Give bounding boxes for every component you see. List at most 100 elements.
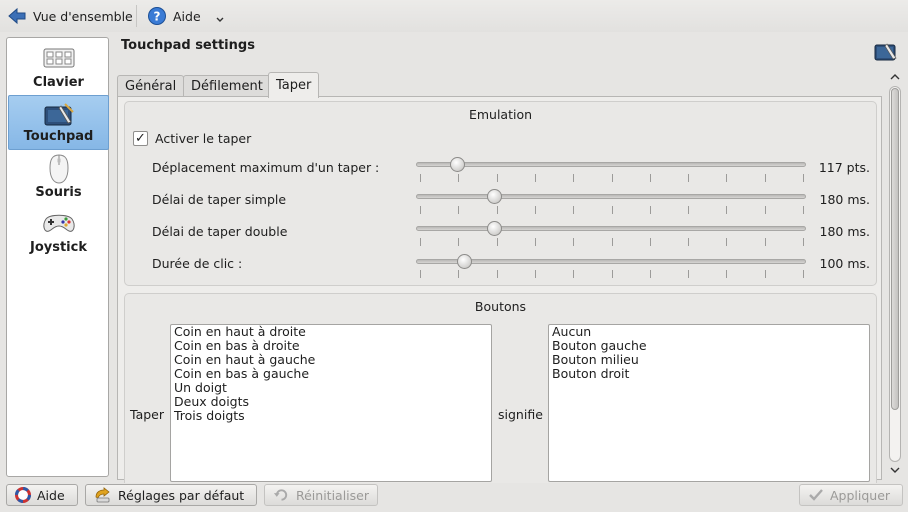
slider-tick	[649, 270, 651, 278]
category-label: Touchpad	[23, 129, 94, 144]
list-item[interactable]: Un doigt	[174, 381, 488, 395]
category-item-souris[interactable]: Souris	[8, 150, 109, 205]
slider-tick	[803, 238, 804, 246]
category-item-joystick[interactable]: Joystick	[8, 205, 109, 260]
defaults-button[interactable]: Réglages par défaut	[85, 484, 257, 506]
defaults-button-label: Réglages par défaut	[118, 487, 245, 503]
vertical-scrollbar[interactable]	[886, 70, 904, 478]
list-item[interactable]: Bouton droit	[552, 367, 866, 381]
slider-tick	[649, 238, 651, 246]
slider-value: 180 ms.	[819, 224, 871, 239]
slider-tick	[649, 206, 651, 214]
slider-tick	[496, 238, 498, 246]
slider-tick	[764, 270, 766, 278]
slider-tick	[534, 270, 536, 278]
slider-tick	[649, 174, 651, 182]
help-menu-label: Aide	[173, 8, 201, 24]
list-item[interactable]: Coin en bas à droite	[174, 339, 488, 353]
slider-tick	[458, 206, 460, 214]
tab-general[interactable]: Général	[117, 75, 185, 97]
list-item[interactable]: Bouton milieu	[552, 353, 866, 367]
reset-button-label: Réinitialiser	[295, 487, 369, 503]
slider-max-move[interactable]	[449, 157, 465, 172]
slider-tick	[726, 238, 728, 246]
slider-tick	[688, 206, 690, 214]
category-label: Joystick	[29, 240, 87, 255]
list-item[interactable]: Coin en haut à droite	[174, 325, 488, 339]
tab-label: Défilement	[191, 79, 263, 94]
slider-tick	[688, 270, 690, 278]
buttons-title: Boutons	[474, 299, 527, 314]
slider-tick	[611, 206, 613, 214]
button-action-list[interactable]: Aucun Bouton gauche Bouton milieu Bouton…	[548, 324, 870, 482]
tap-location-list[interactable]: Coin en haut à droite Coin en bas à droi…	[170, 324, 492, 482]
slider-value: 117 pts.	[818, 160, 870, 175]
slider-label-single-tap: Délai de taper simple	[152, 192, 287, 207]
slider-tick	[764, 206, 766, 214]
slider-tick	[573, 206, 575, 214]
slider-tick	[573, 174, 575, 182]
tab-taper[interactable]: Taper	[268, 72, 320, 98]
slider-track	[416, 226, 806, 231]
slider-tick	[611, 270, 613, 278]
svg-text:?: ?	[154, 10, 161, 24]
overview-label: Vue d'ensemble	[33, 8, 133, 24]
slider-tick	[534, 206, 536, 214]
slider-tick	[611, 238, 613, 246]
slider-tick	[420, 206, 421, 214]
slider-tick	[573, 238, 575, 246]
keyboard-icon	[43, 48, 74, 68]
slider-label-double-tap: Délai de taper double	[152, 224, 288, 239]
slider-tick	[803, 206, 804, 214]
slider-track	[416, 194, 806, 199]
scroll-up-icon[interactable]	[890, 72, 900, 82]
slider-tick	[458, 270, 460, 278]
slider-tick	[496, 174, 498, 182]
category-label: Clavier	[33, 75, 84, 90]
checkmark-icon	[809, 489, 823, 501]
slider-label-click-duration: Durée de clic :	[152, 256, 243, 271]
help-menu-button[interactable]: ? Aide	[143, 4, 229, 28]
help-lifebuoy-icon	[15, 487, 31, 503]
help-button[interactable]: Aide	[6, 484, 78, 506]
list-item[interactable]: Trois doigts	[174, 409, 488, 423]
tab-defilement[interactable]: Défilement	[183, 75, 271, 97]
mouse-icon	[48, 154, 69, 184]
toolbar-separator	[136, 5, 137, 27]
apply-button[interactable]: Appliquer	[799, 484, 903, 506]
apply-button-label: Appliquer	[830, 487, 891, 503]
reset-button[interactable]: Réinitialiser	[264, 484, 378, 506]
slider-tick	[764, 238, 766, 246]
category-item-clavier[interactable]: Clavier	[8, 40, 109, 95]
overview-button[interactable]: Vue d'ensemble	[3, 4, 137, 28]
tab-label: Général	[125, 79, 177, 94]
slider-tick	[420, 270, 421, 278]
slider-tick	[726, 270, 728, 278]
slider-tick	[534, 238, 536, 246]
scroll-down-icon[interactable]	[890, 465, 900, 475]
slider-tick	[420, 238, 421, 246]
enable-tap-checkbox[interactable]: ✓	[133, 131, 148, 146]
slider-tick	[688, 174, 690, 182]
slider-tick	[573, 270, 575, 278]
back-arrow-icon	[8, 7, 26, 25]
slider-tick	[764, 174, 766, 182]
page-title: Touchpad settings	[121, 38, 255, 53]
scrollbar-track[interactable]	[889, 86, 901, 462]
list-item[interactable]: Coin en bas à gauche	[174, 367, 488, 381]
category-item-touchpad[interactable]: Touchpad	[8, 95, 109, 150]
slider-tick	[458, 238, 460, 246]
slider-tick	[803, 270, 804, 278]
list-item[interactable]: Aucun	[552, 325, 866, 339]
slider-track	[416, 162, 806, 167]
help-icon: ?	[148, 7, 166, 25]
list-item[interactable]: Coin en haut à gauche	[174, 353, 488, 367]
list-item[interactable]: Deux doigts	[174, 395, 488, 409]
slider-tick	[496, 206, 498, 214]
scrollbar-thumb[interactable]	[891, 88, 899, 410]
reset-icon	[273, 489, 288, 501]
list-item[interactable]: Bouton gauche	[552, 339, 866, 353]
checkmark-icon: ✓	[135, 131, 146, 146]
means-label: signifie	[498, 407, 543, 422]
slider-tick	[534, 174, 536, 182]
